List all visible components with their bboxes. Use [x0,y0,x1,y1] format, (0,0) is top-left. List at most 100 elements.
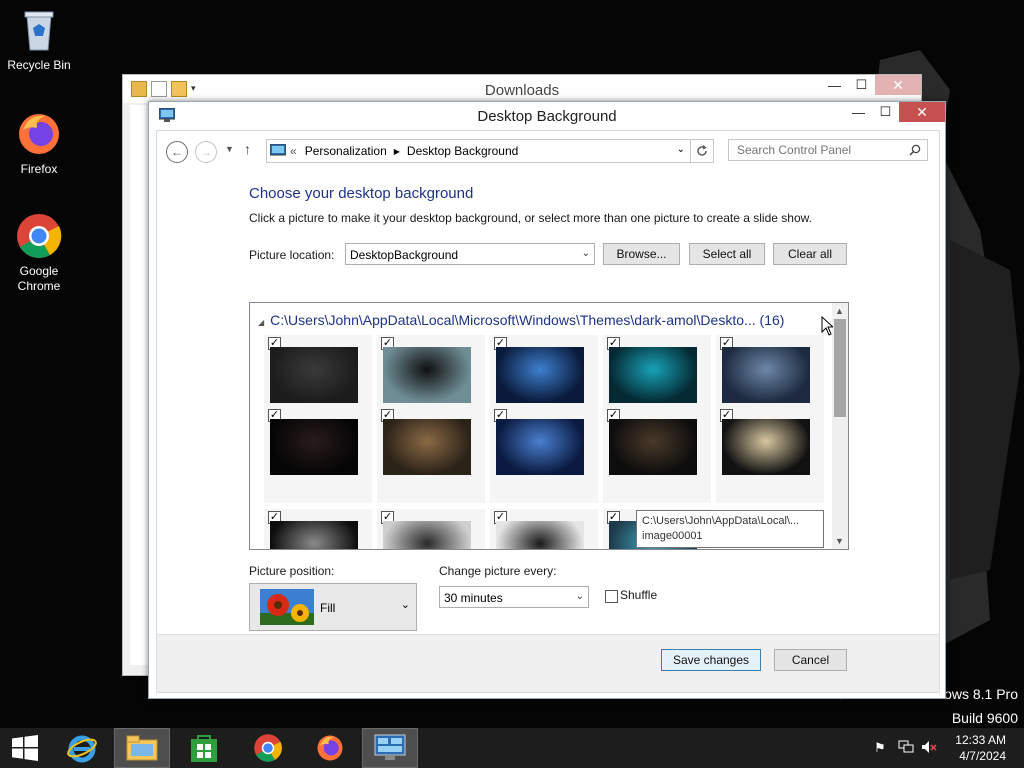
picture-location-value: DesktopBackground [350,248,459,262]
chevron-down-icon: ⌄ [400,599,410,611]
taskbar-control-panel[interactable] [362,728,418,768]
window-title: Desktop Background [477,108,617,125]
maximize-button[interactable]: ☐ [872,102,899,122]
wallpaper-thumbnail-image [383,419,471,475]
search-icon[interactable] [909,144,921,156]
recycle-bin-icon [15,6,63,54]
forward-button[interactable]: → [195,141,217,163]
address-dropdown-chevron-icon[interactable]: ⌄ [677,144,685,155]
dialog-footer: Save changes Cancel [157,634,939,692]
select-all-button[interactable]: Select all [689,243,765,265]
taskbar-clock[interactable]: 12:33 AM 4/7/2024 [955,732,1006,764]
refresh-button[interactable] [690,139,714,163]
thumbnail-tile[interactable]: ✓ [264,407,372,503]
downloads-title: Downloads [484,82,560,99]
close-button[interactable]: ✕ [875,75,921,95]
thumbnail-tile[interactable]: ✓ [264,509,372,549]
windows-edition-watermark: ows 8.1 Pro [944,686,1018,702]
start-button[interactable] [0,728,50,768]
chrome-icon [15,212,63,260]
chrome-icon [254,734,282,762]
minimize-button[interactable]: — [821,75,848,95]
clear-all-button[interactable]: Clear all [773,243,847,265]
volume-muted-icon[interactable] [921,740,937,754]
downloads-caption-buttons: — ☐ ✕ [821,75,921,95]
search-input[interactable] [728,139,928,161]
taskbar-file-explorer[interactable] [114,728,170,768]
clock-time: 12:33 AM [955,733,1006,747]
close-button[interactable]: ✕ [899,102,945,122]
picture-location-label: Picture location: [249,248,335,262]
wallpaper-thumbnail-image [496,419,584,475]
desktop-icon-recycle-bin[interactable]: Recycle Bin [0,6,78,73]
browse-button[interactable]: Browse... [603,243,680,265]
store-icon [191,735,217,762]
shuffle-checkbox[interactable] [605,590,618,603]
gallery-group-path: C:\Users\John\AppData\Local\Microsoft\Wi… [270,312,785,328]
chrome-label: Google Chrome [17,264,61,293]
scrollbar-thumb[interactable] [834,319,846,417]
navigation-bar: ← → ▼ ↑ « Personalization ▶ Desktop Back… [157,131,939,171]
wallpaper-thumbnail-image [496,521,584,549]
picture-position-dropdown[interactable]: Fill ⌄ [249,583,417,631]
window-client-area: ← → ▼ ↑ « Personalization ▶ Desktop Back… [156,130,940,693]
shuffle-label[interactable]: Shuffle [620,588,657,602]
page-description: Click a picture to make it your desktop … [249,211,812,225]
taskbar-chrome[interactable] [240,728,296,768]
recycle-bin-label: Recycle Bin [7,58,71,72]
cancel-button[interactable]: Cancel [774,649,847,671]
windows-build-watermark: Build 9600 [951,710,1018,726]
picture-location-dropdown[interactable]: DesktopBackground ⌄ [345,243,595,265]
taskbar-store[interactable] [176,728,232,768]
downloads-titlebar[interactable]: ▾ Downloads — ☐ ✕ [123,75,921,103]
save-changes-button[interactable]: Save changes [661,649,761,671]
picture-position-value: Fill [320,601,336,615]
breadcrumb-desktop-background[interactable]: Desktop Background [407,144,518,158]
gallery-group-header[interactable]: ◢ C:\Users\John\AppData\Local\Microsoft\W… [258,312,784,328]
maximize-button[interactable]: ☐ [848,75,875,95]
clock-date: 4/7/2024 [959,749,1006,763]
wallpaper-thumbnail-image [270,419,358,475]
tooltip-path: C:\Users\John\AppData\Local\... [642,515,800,527]
wallpaper-thumbnail-image [609,347,697,403]
up-arrow-icon[interactable]: ↑ [244,141,251,157]
network-icon[interactable] [898,740,914,754]
breadcrumb-separator-icon[interactable]: ▶ [394,147,400,156]
start-icon [12,735,38,761]
back-button[interactable]: ← [166,141,188,163]
main-content: Choose your desktop background Click a p… [249,185,869,631]
tooltip-filename: image00001 [642,530,703,542]
scroll-down-arrow-icon[interactable]: ▼ [835,536,844,546]
collapse-triangle-icon[interactable]: ◢ [258,318,264,327]
breadcrumb-personalization[interactable]: Personalization [305,144,387,158]
thumbnail-tile[interactable]: ✓ [716,407,824,503]
downloads-nav-strip [130,105,150,665]
desktop-icon-firefox[interactable]: Firefox [0,110,78,177]
thumbnail-tile[interactable]: ✓ [603,407,711,503]
gallery-scrollbar[interactable]: ▲ ▼ [832,303,848,549]
address-bar[interactable]: « Personalization ▶ Desktop Background ⌄ [266,139,714,163]
breadcrumb-overflow[interactable]: « [290,144,297,158]
thumbnail-tooltip: C:\Users\John\AppData\Local\... image000… [636,510,824,548]
change-picture-interval-dropdown[interactable]: 30 minutes ⌄ [439,586,589,608]
firefox-label: Firefox [20,162,58,176]
recent-locations-chevron-icon[interactable]: ▼ [225,144,234,154]
change-picture-label: Change picture every: [439,564,557,578]
wallpaper-thumbnail-image [383,347,471,403]
control-panel-icon [374,734,406,760]
picture-gallery[interactable]: ◢ C:\Users\John\AppData\Local\Microsoft\W… [249,302,849,550]
window-titlebar[interactable]: Desktop Background — ☐ ✕ [149,102,945,130]
desktop-background-window[interactable]: Desktop Background — ☐ ✕ ← → ▼ ↑ « Perso… [148,101,946,699]
wallpaper-thumbnail-image [609,419,697,475]
thumbnail-tile[interactable]: ✓ [490,407,598,503]
scroll-up-arrow-icon[interactable]: ▲ [835,306,844,316]
thumbnail-tile[interactable]: ✓ [377,509,485,549]
taskbar-firefox[interactable] [302,728,358,768]
thumbnail-tile[interactable]: ✓ [490,509,598,549]
flag-icon[interactable]: ⚑ [874,740,886,756]
desktop-icon-google-chrome[interactable]: Google Chrome [0,212,78,294]
thumbnail-tile[interactable]: ✓ [377,407,485,503]
minimize-button[interactable]: — [845,102,872,122]
chevron-down-icon: ⌄ [575,591,584,602]
taskbar-internet-explorer[interactable] [54,728,110,768]
